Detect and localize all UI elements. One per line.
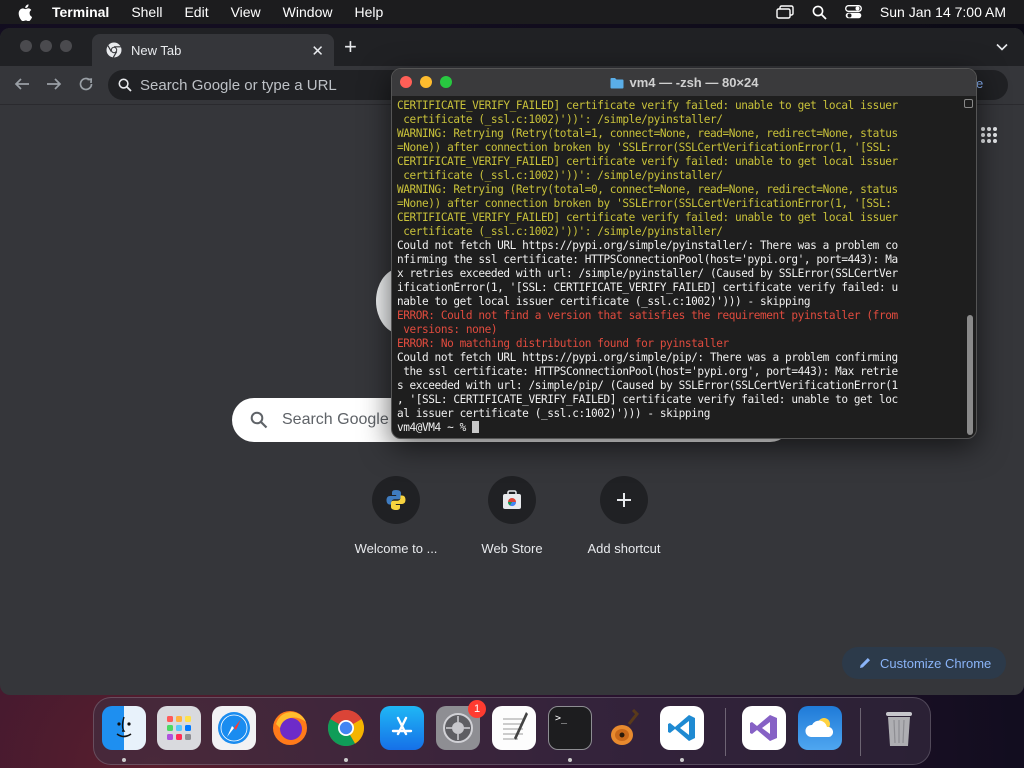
safari-icon[interactable]: [212, 706, 256, 750]
pencil-icon: [858, 656, 872, 670]
shortcut-label: Welcome to ...: [354, 541, 438, 556]
menu-shell[interactable]: Shell: [131, 4, 162, 20]
new-tab-plus-icon[interactable]: +: [344, 34, 357, 60]
terminal-error-line: versions: none): [397, 323, 498, 336]
terminal-title: vm4 — -zsh — 80×24: [629, 75, 759, 90]
terminal-minimize-button[interactable]: [420, 76, 432, 88]
customize-chrome-button[interactable]: Customize Chrome: [842, 647, 1006, 679]
python-icon: [372, 476, 420, 524]
split-pane-icon[interactable]: [964, 99, 973, 108]
tab-title: New Tab: [131, 42, 182, 58]
terminal-window-controls: [400, 76, 452, 88]
terminal-warning-line: WARNING: Retrying (Retry(total=1, connec…: [397, 127, 898, 140]
terminal-output-line: nfirming the ssl certificate: HTTPSConne…: [397, 253, 898, 266]
terminal-scrollbar-thumb[interactable]: [967, 315, 973, 435]
terminal-close-button[interactable]: [400, 76, 412, 88]
web-store-icon: [488, 476, 536, 524]
terminal-warning-line: CERTIFICATE_VERIFY_FAILED] certificate v…: [397, 211, 898, 224]
forward-arrow-icon[interactable]: [46, 76, 62, 97]
chrome-tab-icon: [106, 42, 122, 58]
terminal-warning-line: =None)) after connection broken by 'SSLE…: [397, 197, 892, 210]
terminal-warning-line: WARNING: Retrying (Retry(total=0, connec…: [397, 183, 898, 196]
profile-chip[interactable]: e: [976, 76, 983, 91]
google-apps-grid-icon[interactable]: [980, 126, 998, 149]
terminal-warning-line: CERTIFICATE_VERIFY_FAILED] certificate v…: [397, 99, 898, 112]
finder-icon[interactable]: [102, 706, 146, 750]
garageband-icon[interactable]: [604, 706, 648, 750]
reload-icon[interactable]: [78, 76, 94, 97]
terminal-warning-line: certificate (_ssl.c:1002)'))': /simple/p…: [397, 225, 723, 238]
terminal-output-line: Could not fetch URL https://pypi.org/sim…: [397, 351, 898, 364]
menu-edit[interactable]: Edit: [184, 4, 208, 20]
terminal-error-line: ERROR: Could not find a version that sat…: [397, 309, 898, 322]
terminal-zoom-button[interactable]: [440, 76, 452, 88]
notification-badge: 1: [468, 700, 486, 718]
omnibox-placeholder: Search Google or type a URL: [140, 76, 337, 94]
terminal-output-line: the ssl certificate: HTTPSConnectionPool…: [397, 365, 898, 378]
chrome-icon[interactable]: [324, 706, 368, 750]
menubar-clock[interactable]: Sun Jan 14 7:00 AM: [880, 4, 1006, 20]
folder-icon: [610, 77, 624, 89]
menu-window[interactable]: Window: [283, 4, 333, 20]
minimize-window-button[interactable]: [40, 40, 52, 52]
terminal-cursor: [472, 421, 480, 433]
terminal-titlebar[interactable]: vm4 — -zsh — 80×24: [392, 69, 976, 96]
customize-label: Customize Chrome: [880, 655, 992, 671]
prompt-text: vm4@VM4 ~ %: [397, 421, 473, 434]
terminal-output-line: nable to get local issuer certificate (_…: [397, 295, 811, 308]
terminal-output[interactable]: CERTIFICATE_VERIFY_FAILED] certificate v…: [397, 99, 962, 435]
firefox-icon[interactable]: [268, 706, 312, 750]
trash-icon[interactable]: [877, 706, 921, 750]
terminal-warning-line: CERTIFICATE_VERIFY_FAILED] certificate v…: [397, 155, 898, 168]
shortcut-label: Add shortcut: [587, 541, 661, 556]
weather-icon[interactable]: [798, 706, 842, 750]
close-window-button[interactable]: [20, 40, 32, 52]
ntp-search-placeholder: Search Google: [282, 411, 389, 428]
visual-studio-icon[interactable]: [742, 706, 786, 750]
search-icon: [250, 411, 268, 429]
shortcut-web-store[interactable]: Web Store: [462, 476, 562, 556]
screen-mirroring-icon[interactable]: [776, 5, 794, 19]
plus-icon: [600, 476, 648, 524]
terminal-output-line: s exceeded with url: /simple/pip/ (Cause…: [397, 379, 898, 392]
terminal-error-line: ERROR: No matching distribution found fo…: [397, 337, 729, 350]
tab-new-tab[interactable]: New Tab ✕: [92, 34, 334, 66]
textedit-icon[interactable]: [492, 706, 536, 750]
terminal-warning-line: certificate (_ssl.c:1002)'))': /simple/p…: [397, 169, 723, 182]
add-shortcut-button[interactable]: Add shortcut: [574, 476, 674, 556]
apple-menu-icon[interactable]: [18, 3, 36, 21]
close-tab-icon[interactable]: ✕: [311, 42, 324, 60]
terminal-output-line: x retries exceeded with url: /simple/pyi…: [397, 267, 898, 280]
dock: 1 >_: [93, 697, 931, 765]
tab-strip: New Tab ✕ +: [0, 28, 1024, 66]
spotlight-search-icon[interactable]: [812, 5, 827, 20]
terminal-prompt[interactable]: vm4@VM4 ~ %: [397, 421, 962, 435]
menu-app-name[interactable]: Terminal: [52, 4, 109, 20]
terminal-warning-line: =None)) after connection broken by 'SSLE…: [397, 141, 892, 154]
zoom-window-button[interactable]: [60, 40, 72, 52]
menu-help[interactable]: Help: [354, 4, 383, 20]
menu-view[interactable]: View: [231, 4, 261, 20]
app-store-icon[interactable]: [380, 706, 424, 750]
shortcut-label: Web Store: [481, 541, 543, 556]
terminal-output-line: al issuer certificate (_ssl.c:1002)'))) …: [397, 407, 710, 420]
window-controls: [20, 40, 72, 52]
launchpad-icon[interactable]: [157, 706, 201, 750]
search-icon: [118, 78, 132, 92]
shortcut-welcome[interactable]: Welcome to ...: [346, 476, 446, 556]
terminal-window: vm4 — -zsh — 80×24 CERTIFICATE_VERIFY_FA…: [391, 68, 977, 439]
terminal-scrollbar[interactable]: [966, 113, 974, 437]
tab-search-chevron-icon[interactable]: [996, 38, 1008, 56]
terminal-output-line: ificationError(1, '[SSL: CERTIFICATE_VER…: [397, 281, 898, 294]
terminal-output-line: , '[SSL: CERTIFICATE_VERIFY_FAILED] cert…: [397, 393, 898, 406]
menu-bar: Terminal Shell Edit View Window Help Sun…: [0, 0, 1024, 24]
terminal-icon[interactable]: >_: [548, 706, 592, 750]
terminal-output-line: Could not fetch URL https://pypi.org/sim…: [397, 239, 898, 252]
vscode-icon[interactable]: [660, 706, 704, 750]
control-center-icon[interactable]: [844, 5, 862, 19]
terminal-warning-line: certificate (_ssl.c:1002)'))': /simple/p…: [397, 113, 723, 126]
back-arrow-icon[interactable]: [14, 76, 30, 97]
system-settings-icon[interactable]: 1: [436, 700, 486, 750]
